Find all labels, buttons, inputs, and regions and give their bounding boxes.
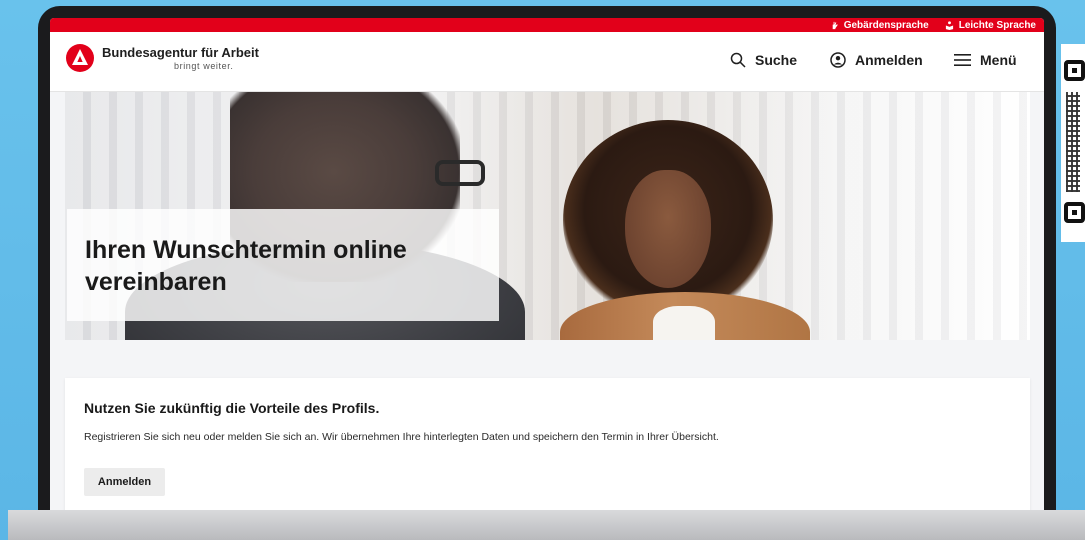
login-button[interactable]: Anmelden [830,52,923,68]
hero-glasses [435,160,485,186]
browser-screen: Gebärdensprache Leichte Sprache Bundesag… [50,18,1044,518]
user-circle-icon [830,52,846,68]
qr-modules [1066,92,1080,192]
qr-code-sticker [1061,44,1085,242]
profile-card-title: Nutzen Sie zukünftig die Vorteile des Pr… [84,400,380,416]
site-header: Bundesagentur für Arbeit bringt weiter. … [50,32,1044,92]
easy-language-label: Leichte Sprache [958,19,1036,31]
hero-banner: Ihren Wunschtermin online vereinbaren [65,92,1030,340]
easy-language-link[interactable]: Leichte Sprache [945,20,1036,31]
reading-person-icon [945,20,953,30]
laptop-base [8,510,1085,540]
hero-woman-face [625,170,711,288]
logo-title[interactable]: Bundesagentur für Arbeit [102,45,259,60]
menu-button[interactable]: Menü [954,52,1017,68]
login-label: Anmelden [855,52,923,68]
hand-icon [832,21,838,29]
logo-subtitle: bringt weiter. [174,61,234,71]
menu-label: Menü [980,52,1017,68]
hero-title: Ihren Wunschtermin online vereinbaren [85,236,407,296]
ba-logo-icon[interactable] [66,44,94,72]
accessibility-bar: Gebärdensprache Leichte Sprache [50,18,1044,32]
profile-card-text: Registrieren Sie sich neu oder melden Si… [84,431,719,443]
search-icon [730,52,746,68]
search-button[interactable]: Suche [730,52,797,68]
profile-card: Nutzen Sie zukünftig die Vorteile des Pr… [65,378,1030,518]
profile-login-button[interactable]: Anmelden [84,468,165,496]
qr-finder-top [1064,60,1085,81]
sign-language-label: Gebärdensprache [843,19,929,31]
hero-woman-shirt [653,306,715,340]
sign-language-link[interactable]: Gebärdensprache [830,20,929,31]
search-label: Suche [755,52,798,68]
qr-finder-bottom [1064,202,1085,223]
hamburger-icon [954,54,971,66]
